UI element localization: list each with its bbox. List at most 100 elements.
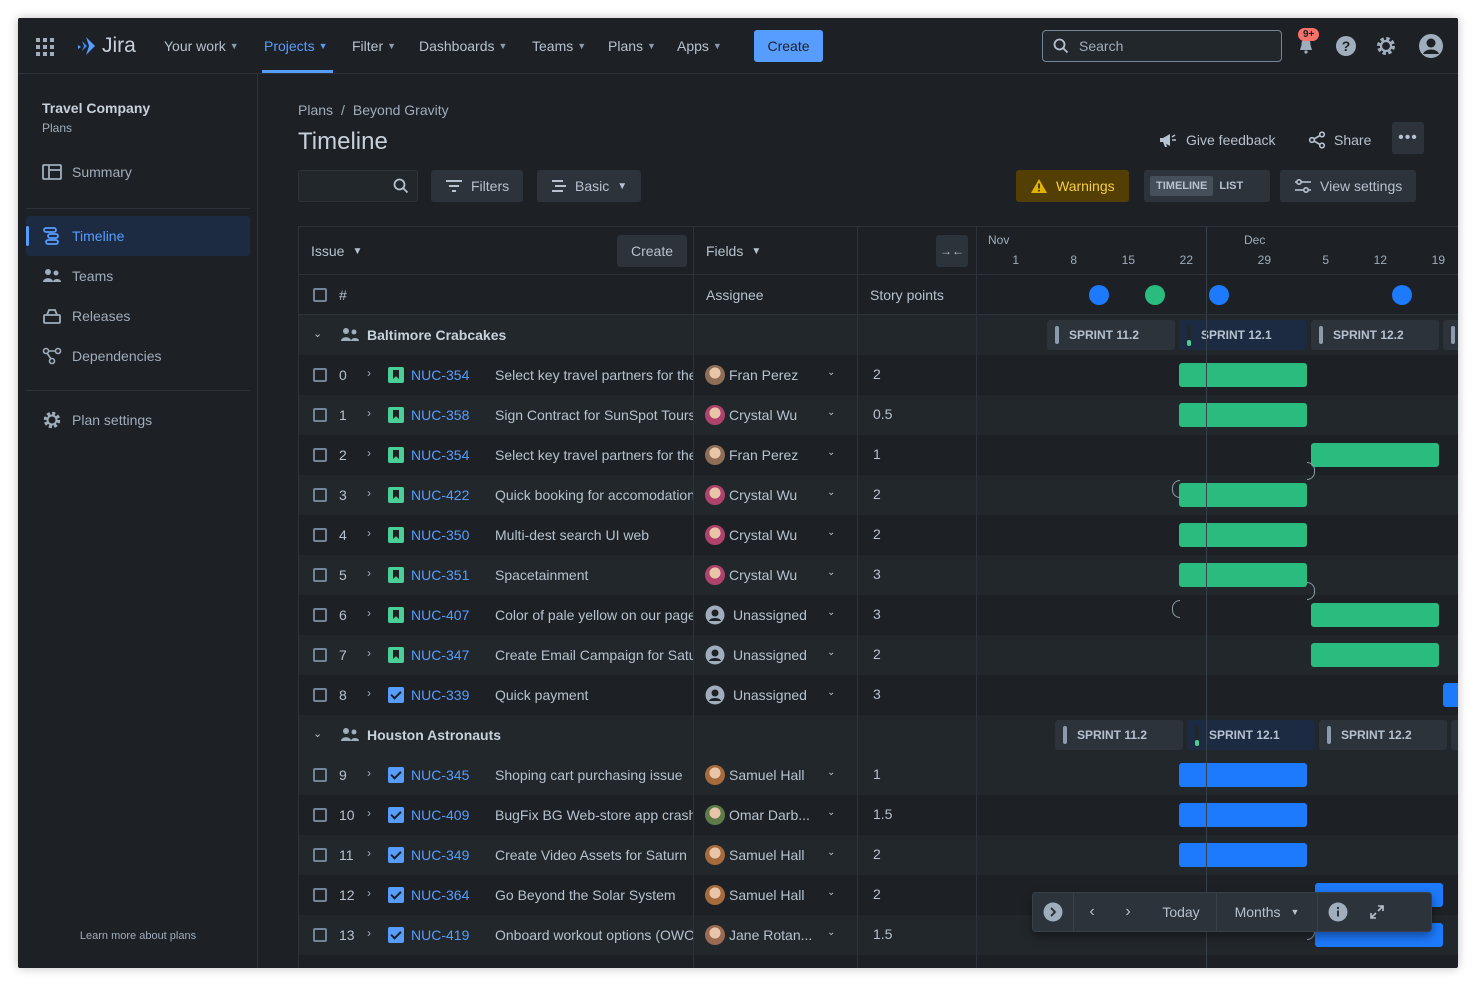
story-points[interactable]: 2 — [873, 846, 881, 862]
issue-search-field[interactable] — [298, 170, 418, 202]
filters-button[interactable]: Filters — [431, 170, 524, 202]
assignee-name[interactable]: Crystal Wu — [729, 407, 797, 423]
info-button[interactable] — [1318, 892, 1358, 932]
story-points[interactable]: 2 — [873, 886, 881, 902]
issue-summary[interactable]: Go Beyond the Solar System — [495, 887, 693, 903]
issue-key[interactable]: NUC-350 — [411, 527, 469, 543]
assignee-column-header[interactable]: Assignee — [706, 287, 764, 303]
story-points[interactable]: 2 — [873, 646, 881, 662]
issue-summary[interactable]: Create Video Assets for Saturn — [495, 847, 693, 863]
sprint-label[interactable]: SPRINT 12.2 — [1319, 720, 1447, 750]
timeline-bar[interactable] — [1179, 403, 1307, 427]
issue-key[interactable]: NUC-358 — [411, 407, 469, 423]
table-row[interactable]: 10 › NUC-409 BugFix BG Web-store app cra… — [299, 795, 1458, 835]
chevron-right-icon[interactable]: › — [367, 926, 371, 940]
create-button[interactable]: Create — [754, 30, 823, 62]
issue-key[interactable]: NUC-339 — [411, 687, 469, 703]
nav-your-work[interactable]: Your work ▼ — [164, 38, 239, 54]
assignee-name[interactable]: Unassigned — [733, 607, 807, 623]
timeline-bar[interactable] — [1179, 563, 1307, 587]
story-points[interactable]: 2 — [873, 526, 881, 542]
row-checkbox[interactable] — [313, 488, 327, 502]
issue-key[interactable]: NUC-409 — [411, 807, 469, 823]
row-checkbox[interactable] — [313, 608, 327, 622]
issue-key[interactable]: NUC-364 — [411, 887, 469, 903]
timeline-bar[interactable] — [1179, 843, 1307, 867]
today-button[interactable]: Today — [1146, 892, 1216, 932]
issue-key[interactable]: NUC-347 — [411, 647, 469, 663]
timeline-bar[interactable] — [1311, 603, 1439, 627]
issue-summary[interactable]: Shoping cart purchasing issue — [495, 767, 693, 783]
sprint-label[interactable] — [1451, 720, 1458, 750]
chevron-right-icon[interactable]: › — [367, 566, 371, 580]
sprint-label[interactable]: SPRINT 12.2 — [1311, 320, 1439, 350]
assignee-name[interactable]: Fran Perez — [729, 447, 798, 463]
assignee-name[interactable]: Samuel Hall — [729, 767, 804, 783]
table-row[interactable]: 8 › NUC-339 Quick payment Unassigned ⌄ 3 — [299, 675, 1458, 715]
timeline-bar[interactable] — [1179, 483, 1307, 507]
app-switcher-icon[interactable] — [36, 38, 54, 56]
sidebar-item-summary[interactable]: Summary — [26, 152, 250, 192]
list-toggle[interactable]: LIST — [1213, 176, 1249, 196]
row-checkbox[interactable] — [313, 848, 327, 862]
sprint-label[interactable]: SPRINT 11.2 — [1055, 720, 1183, 750]
issue-key[interactable]: NUC-354 — [411, 447, 469, 463]
chevron-down-icon[interactable]: ⌄ — [827, 687, 835, 698]
assignee-name[interactable]: Crystal Wu — [729, 567, 797, 583]
issue-summary[interactable]: Select key travel partners for the — [495, 447, 693, 463]
issue-summary[interactable]: Quick booking for accomodations — [495, 487, 693, 503]
table-row[interactable]: 2 › NUC-354 Select key travel partners f… — [299, 435, 1458, 475]
issue-key[interactable]: NUC-354 — [411, 367, 469, 383]
chevron-down-icon[interactable]: ⌄ — [827, 567, 835, 578]
issue-summary[interactable]: Spacetainment — [495, 567, 693, 583]
issue-summary[interactable]: BugFix BG Web-store app crash — [495, 807, 693, 823]
chevron-down-icon[interactable]: ⌄ — [827, 487, 835, 498]
story-points[interactable]: 3 — [873, 566, 881, 582]
previous-button[interactable]: ‹ — [1074, 892, 1110, 932]
issue-key[interactable]: NUC-422 — [411, 487, 469, 503]
chevron-down-icon[interactable]: ⌄ — [827, 447, 835, 458]
row-checkbox[interactable] — [313, 888, 327, 902]
story-points-column-header[interactable]: Story points — [870, 287, 944, 303]
months-dropdown[interactable]: Months ▼ — [1217, 892, 1317, 932]
assignee-name[interactable]: Samuel Hall — [729, 847, 804, 863]
settings-icon[interactable] — [1374, 34, 1398, 58]
row-checkbox[interactable] — [313, 768, 327, 782]
story-points[interactable]: 2 — [873, 366, 881, 382]
issue-key[interactable]: NUC-419 — [411, 927, 469, 943]
chevron-down-icon[interactable]: ⌄ — [827, 807, 835, 818]
chevron-down-icon[interactable]: ⌄ — [827, 647, 835, 658]
timeline-bar[interactable] — [1179, 523, 1307, 547]
learn-more-link[interactable]: Learn more about plans — [18, 930, 258, 942]
chevron-down-icon[interactable]: ⌄ — [827, 607, 835, 618]
jira-logo[interactable]: Jira — [76, 34, 136, 58]
chevron-down-icon[interactable]: ⌄ — [827, 927, 835, 938]
next-button[interactable]: › — [1110, 892, 1146, 932]
create-issue-button[interactable]: Create — [617, 235, 687, 267]
search-input[interactable] — [1079, 38, 1259, 54]
help-icon[interactable]: ? — [1334, 34, 1358, 58]
chevron-right-icon[interactable]: › — [367, 846, 371, 860]
sidebar-item-releases[interactable]: Releases — [26, 296, 250, 336]
nav-projects[interactable]: Projects ▼ — [264, 38, 328, 54]
row-checkbox[interactable] — [313, 568, 327, 582]
issue-key[interactable]: NUC-407 — [411, 607, 469, 623]
table-row[interactable]: 1 › NUC-358 Sign Contract for SunSpot To… — [299, 395, 1458, 435]
chevron-right-icon[interactable]: › — [367, 486, 371, 500]
row-checkbox[interactable] — [313, 408, 327, 422]
nav-dashboards[interactable]: Dashboards ▼ — [419, 38, 507, 54]
issue-summary[interactable]: Quick payment — [495, 687, 693, 703]
sidebar-item-dependencies[interactable]: Dependencies — [26, 336, 250, 376]
story-points[interactable]: 1.5 — [873, 806, 892, 822]
story-points[interactable]: 0.5 — [873, 406, 892, 422]
table-row[interactable]: 5 › NUC-351 Spacetainment Crystal Wu ⌄ 3 — [299, 555, 1458, 595]
chevron-right-icon[interactable]: › — [367, 446, 371, 460]
breadcrumb-plans[interactable]: Plans — [298, 102, 333, 118]
timeline-bar[interactable] — [1179, 363, 1307, 387]
table-row[interactable]: 9 › NUC-345 Shoping cart purchasing issu… — [299, 755, 1458, 795]
sidebar-item-plan-settings[interactable]: Plan settings — [26, 400, 250, 440]
assignee-name[interactable]: Crystal Wu — [729, 487, 797, 503]
issue-summary[interactable]: Select key travel partners for the — [495, 367, 693, 383]
chevron-down-icon[interactable]: ⌄ — [827, 367, 835, 378]
nav-plans[interactable]: Plans ▼ — [608, 38, 656, 54]
